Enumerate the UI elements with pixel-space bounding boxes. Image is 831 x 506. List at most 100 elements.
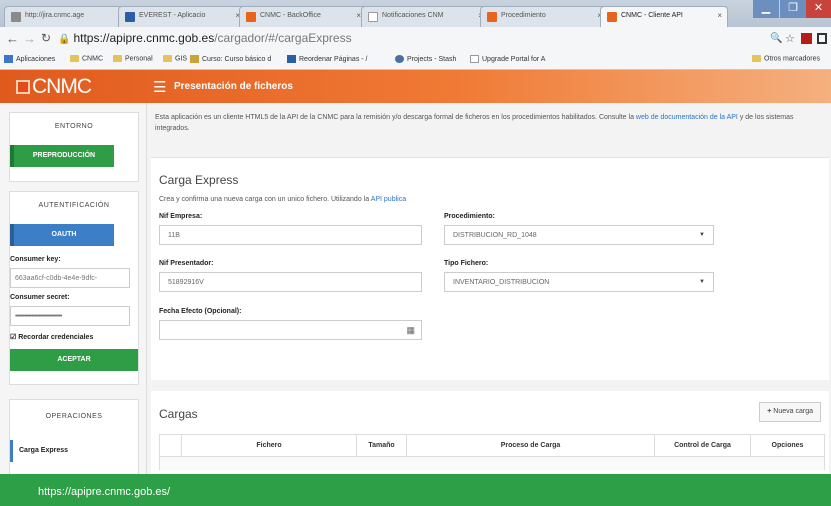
preproduccion-button[interactable]: PREPRODUCCIÓN: [10, 145, 114, 167]
entorno-panel: ENTORNO PREPRODUCCIÓN: [9, 112, 139, 182]
plus-icon: +: [767, 408, 772, 415]
folder-icon: [752, 55, 761, 62]
new-carga-label: Nueva carga: [773, 408, 813, 415]
cargas-table: Fichero Tamaño Proceso de Carga Control …: [159, 434, 825, 470]
bookmark-label: Otros marcadores: [764, 55, 821, 63]
star-icon[interactable]: ☆: [785, 32, 795, 45]
carga-express-title: Carga Express: [159, 173, 239, 187]
browser-chrome: http://jira.cnmc.age× EVEREST - Aplicaci…: [0, 0, 831, 70]
bookmark-label: Projects - Stash: [407, 55, 457, 63]
tipo-fichero-value: INVENTARIO_DISTRIBUCION: [453, 279, 550, 286]
fecha-efecto-input[interactable]: ▦: [159, 320, 422, 340]
close-icon[interactable]: ×: [717, 11, 722, 20]
browser-tab-active[interactable]: CNMC - Cliente API ×: [600, 6, 728, 28]
web-page: CNMC ☰ Presentación de ficheros ENTORNO …: [0, 70, 831, 506]
procedimiento-label: Procedimiento:: [444, 213, 495, 220]
bookmark-label: Reordenar Páginas - /: [299, 55, 368, 63]
forward-icon[interactable]: →: [23, 31, 36, 46]
bookmarks-bar: Aplicaciones CNMC Personal GIS Curso: Cu…: [0, 51, 831, 70]
zoom-icon[interactable]: 🔍: [770, 33, 782, 44]
carga-desc-text: Crea y confirma una nueva carga con un u…: [159, 196, 371, 203]
fecha-efecto-label: Fecha Efecto (Opcional):: [159, 308, 242, 315]
bookmark-item[interactable]: Reordenar Páginas - /: [287, 55, 367, 63]
page-icon: [368, 12, 378, 22]
entorno-heading: ENTORNO: [54, 123, 94, 130]
pdf-extension-icon[interactable]: [801, 33, 812, 44]
intro-text: Esta aplicación es un cliente HTML5 de l…: [155, 112, 821, 134]
column-proceso: Proceso de Carga: [407, 435, 655, 456]
x-logo-icon: [287, 55, 296, 63]
bookmark-folder[interactable]: Personal: [113, 55, 153, 62]
table-header-empty: [160, 435, 182, 456]
consumer-key-input[interactable]: 663aa6cf-c0db-4e4e-9dfc-: [10, 268, 130, 288]
checkbox-checked-icon: ☑: [10, 334, 17, 341]
remember-label: Recordar credenciales: [18, 334, 94, 341]
bookmark-label: Upgrade Portal for A: [482, 55, 546, 63]
api-publica-link[interactable]: API publica: [371, 196, 406, 203]
oauth-button[interactable]: OAUTH: [10, 224, 114, 246]
sidebar: ENTORNO PREPRODUCCIÓN AUTENTIFICACIÓN OA…: [0, 103, 147, 506]
logo-text: CNMC: [32, 75, 92, 98]
table-row-empty: [160, 456, 824, 470]
browser-tab[interactable]: Notificaciones CNM×: [361, 6, 489, 27]
hamburger-menu-icon[interactable]: ☰: [153, 78, 166, 96]
bookmark-folder[interactable]: CNMC: [70, 55, 103, 62]
intro-part: Esta aplicación es un cliente HTML5 de l…: [155, 114, 636, 121]
api-docs-link[interactable]: web de documentación de la API: [636, 114, 738, 121]
tab-label: Notificaciones CNM: [382, 12, 444, 19]
url-host: https://apipre.cnmc.gob.es: [73, 31, 215, 45]
tab-label: http://jira.cnmc.age: [25, 12, 85, 19]
nif-presentador-input[interactable]: 51892916V: [159, 272, 422, 292]
other-bookmarks[interactable]: Otros marcadores: [752, 55, 820, 62]
bookmark-item[interactable]: Curso: Curso básico d: [190, 55, 271, 63]
carga-express-menu-item[interactable]: Carga Express: [10, 440, 138, 462]
extension-icon[interactable]: [817, 33, 827, 44]
browser-tab[interactable]: Procedimiento×: [480, 6, 608, 27]
favicon-icon: [607, 12, 617, 22]
procedimiento-select[interactable]: DISTRIBUCION_RD_1048 ▼: [444, 225, 714, 245]
url-field[interactable]: 🔒 https://apipre.cnmc.gob.es/cargador/#/c…: [58, 30, 758, 48]
status-url-bar: https://apipre.cnmc.gob.es/: [0, 474, 831, 506]
nif-empresa-input[interactable]: 11B: [159, 225, 422, 245]
apps-icon: [4, 55, 13, 63]
folder-icon: [113, 55, 122, 62]
bookmark-apps[interactable]: Aplicaciones: [4, 55, 55, 63]
carga-description: Crea y confirma una nueva carga con un u…: [159, 196, 406, 203]
window-close-icon[interactable]: ✕: [806, 0, 831, 18]
main-content: Esta aplicación es un cliente HTML5 de l…: [147, 103, 831, 506]
favicon-icon: [246, 12, 256, 22]
browser-tab[interactable]: CNMC - BackOffice ×: [239, 6, 367, 27]
url-path: /cargador/#/cargaExpress: [214, 31, 352, 45]
consumer-secret-input[interactable]: ••••••••••••••••••••••••••••••••: [10, 306, 130, 326]
bookmark-folder[interactable]: GIS: [163, 55, 187, 62]
bookmark-label: Personal: [125, 55, 153, 63]
browser-tab[interactable]: http://jira.cnmc.age×: [4, 6, 132, 27]
bookmark-item[interactable]: Projects - Stash: [395, 55, 456, 63]
caret-down-icon: ▼: [699, 232, 705, 238]
consumer-secret-label: Consumer secret:: [10, 294, 70, 301]
bookmark-label: CNMC: [82, 55, 103, 63]
tab-strip: http://jira.cnmc.age× EVEREST - Aplicaci…: [0, 0, 831, 28]
reload-icon[interactable]: ↻: [41, 31, 51, 45]
page-title: Presentación de ficheros: [174, 81, 293, 92]
address-bar-row: ← → ↻ 🔒 https://apipre.cnmc.gob.es/cargad…: [0, 27, 831, 51]
cnmc-logo: CNMC: [16, 75, 92, 99]
back-icon[interactable]: ←: [6, 31, 19, 46]
favicon-icon: [11, 12, 21, 22]
tab-label: CNMC - BackOffice: [260, 12, 321, 19]
tipo-fichero-select[interactable]: INVENTARIO_DISTRIBUCION ▼: [444, 272, 714, 292]
operaciones-heading: OPERACIONES: [45, 413, 103, 420]
remember-checkbox[interactable]: ☑ Recordar credenciales: [10, 333, 93, 341]
bookmark-item[interactable]: Upgrade Portal for A: [470, 55, 545, 63]
accept-button[interactable]: ACEPTAR: [10, 349, 138, 371]
folder-icon: [70, 55, 79, 62]
course-icon: [190, 55, 199, 63]
bookmark-label: GIS: [175, 55, 188, 63]
calendar-icon[interactable]: ▦: [406, 325, 415, 336]
new-carga-button[interactable]: + Nueva carga: [759, 402, 821, 422]
status-url: https://apipre.cnmc.gob.es/: [38, 486, 171, 498]
maximize-icon[interactable]: ❐: [780, 0, 806, 18]
bookmark-label: Aplicaciones: [16, 55, 56, 63]
browser-tab[interactable]: EVEREST - Aplicacio ×: [118, 6, 246, 27]
minimize-icon[interactable]: ▁: [753, 0, 779, 18]
